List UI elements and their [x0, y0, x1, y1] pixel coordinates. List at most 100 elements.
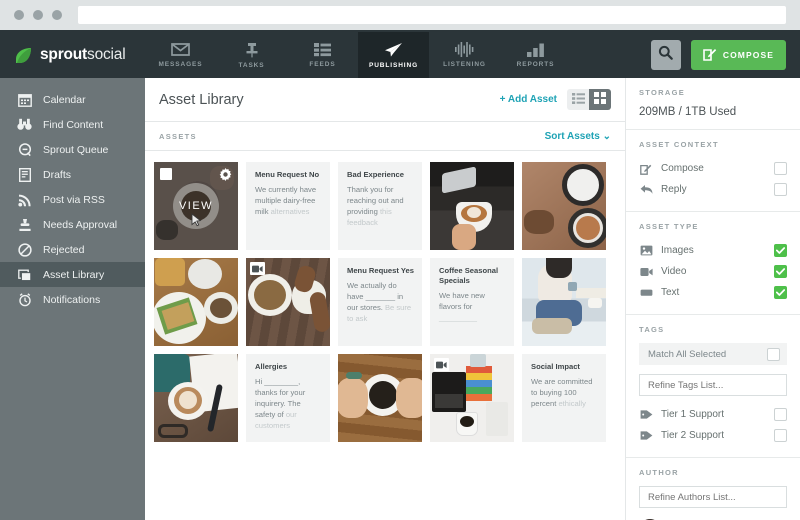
- sidebar-item-asset-library[interactable]: Asset Library: [0, 262, 145, 287]
- grid-view-icon: [594, 91, 606, 109]
- check-icon: [776, 289, 785, 296]
- asset-title: Allergies: [255, 362, 288, 371]
- window-close-dot[interactable]: [14, 10, 24, 20]
- select-checkbox[interactable]: [160, 168, 172, 180]
- asset-card-hands-with-grain-bowl[interactable]: [246, 258, 330, 346]
- asset-card-hands-holding-black-coffee[interactable]: [338, 354, 422, 442]
- asset-body: We have new flavors for _________: [439, 291, 507, 324]
- asset-card-woman-with-cup-at-table[interactable]: [522, 258, 606, 346]
- view-label: VIEW: [178, 200, 214, 212]
- tag-checkbox[interactable]: [774, 408, 787, 421]
- sidebar-item-find-content[interactable]: Find Content: [0, 112, 145, 137]
- asset-grid: VIEW Menu Request No We currently have m…: [145, 151, 625, 442]
- sidebar-item-label: Rejected: [43, 243, 85, 256]
- asset-type-title: ASSET TYPE: [639, 222, 699, 231]
- asset-context-section: ASSET CONTEXT Compose Reply: [626, 130, 800, 212]
- nav-label: LISTENING: [443, 61, 486, 68]
- filter-row-video[interactable]: Video: [639, 261, 787, 282]
- tag-checkbox[interactable]: [774, 429, 787, 442]
- asset-context-title: ASSET CONTEXT: [639, 140, 719, 149]
- filter-row-images[interactable]: Images: [639, 240, 787, 261]
- nav-item-listening[interactable]: LISTENING: [429, 32, 500, 78]
- author-row-amy-w[interactable]: Amy W.: [639, 516, 787, 520]
- list-view-button[interactable]: [567, 89, 589, 110]
- compose-button[interactable]: COMPOSE: [690, 40, 786, 70]
- sidebar-item-label: Notifications: [43, 293, 101, 306]
- asset-title: Coffee Seasonal Specials: [439, 266, 499, 286]
- asset-card-text-bad-experience[interactable]: Bad Experience Thank you for reaching ou…: [338, 162, 422, 250]
- storage-value: 209MB / 1TB Used: [639, 106, 737, 118]
- sidebar-item-post-via-rss[interactable]: Post via RSS: [0, 187, 145, 212]
- asset-card-text-allergies[interactable]: Allergies Hi ________, thanks for your i…: [246, 354, 330, 442]
- tag-row-tier-2-support[interactable]: Tier 2 Support: [639, 425, 787, 446]
- filter-checkbox[interactable]: [774, 265, 787, 278]
- refine-authors-input[interactable]: [639, 486, 787, 508]
- sort-assets-dropdown[interactable]: Sort Assets ⌄: [545, 131, 611, 142]
- image-icon: [639, 245, 653, 256]
- nav-item-tasks[interactable]: TASKS: [216, 32, 287, 78]
- match-all-checkbox[interactable]: [767, 347, 780, 361]
- asset-thumbnail: [338, 354, 422, 442]
- grid-view-button[interactable]: [589, 89, 611, 110]
- asset-title: Menu Request Yes: [347, 266, 414, 275]
- envelope-icon: [171, 42, 190, 57]
- asset-card-text-social-impact[interactable]: Social Impact We are committed to buying…: [522, 354, 606, 442]
- sidebar-item-sprout-queue[interactable]: Sprout Queue: [0, 137, 145, 162]
- brand-text: sproutsocial: [40, 46, 126, 64]
- address-bar[interactable]: [78, 6, 786, 24]
- filter-row-reply[interactable]: Reply: [639, 179, 787, 200]
- asset-body-fade: ethically: [558, 398, 586, 408]
- nav-label: REPORTS: [516, 60, 555, 68]
- tag-row-tier-1-support[interactable]: Tier 1 Support: [639, 404, 787, 425]
- add-asset-button[interactable]: + Add Asset: [500, 94, 557, 105]
- match-all-selected-row[interactable]: Match All Selected: [639, 343, 787, 365]
- filter-label: Video: [661, 266, 687, 277]
- nav-item-publishing[interactable]: PUBLISHING: [358, 32, 429, 78]
- filter-checkbox[interactable]: [774, 183, 787, 196]
- window-maximize-dot[interactable]: [52, 10, 62, 20]
- compose-pencil-icon: [703, 47, 717, 63]
- asset-card-typewriter-books-coffee[interactable]: [430, 354, 514, 442]
- search-button[interactable]: [650, 40, 681, 70]
- asset-card-barista-pouring-latte[interactable]: [430, 162, 514, 250]
- brand-logo[interactable]: sproutsocial: [0, 32, 145, 78]
- filter-checkbox[interactable]: [774, 244, 787, 257]
- sidebar-item-rejected[interactable]: Rejected: [0, 237, 145, 262]
- nav-label: PUBLISHING: [368, 61, 419, 69]
- asset-card-latte-art-patterned-plates[interactable]: [522, 162, 606, 250]
- asset-card-text-menu-request-no[interactable]: Menu Request No We currently have multip…: [246, 162, 330, 250]
- filter-checkbox[interactable]: [774, 286, 787, 299]
- asset-card-text-menu-request-yes[interactable]: Menu Request Yes We actually do have ___…: [338, 258, 422, 346]
- top-navigation: sproutsocial MESSAGES TASKS FEEDS PUBLIS…: [0, 32, 800, 78]
- refine-tags-input[interactable]: [639, 374, 787, 396]
- video-badge: [434, 358, 449, 371]
- filter-row-compose[interactable]: Compose: [639, 158, 787, 179]
- sidebar-item-needs-approval[interactable]: Needs Approval: [0, 212, 145, 237]
- sidebar-item-calendar[interactable]: Calendar: [0, 87, 145, 112]
- asset-thumbnail: [430, 354, 514, 442]
- filter-checkbox[interactable]: [774, 162, 787, 175]
- nav-item-messages[interactable]: MESSAGES: [145, 32, 216, 78]
- tag-icon: [639, 409, 653, 420]
- nav-item-feeds[interactable]: FEEDS: [287, 32, 358, 78]
- asset-body-text: Thank you for reaching out and providing: [347, 185, 404, 216]
- gear-icon[interactable]: [219, 168, 232, 186]
- sprout-leaf-icon: [14, 46, 33, 65]
- asset-body-fade: alternatives: [270, 206, 310, 216]
- bar-chart-icon: [527, 43, 544, 57]
- sidebar-item-label: Find Content: [43, 118, 104, 131]
- filter-row-text[interactable]: Text: [639, 282, 787, 303]
- asset-title: Menu Request No: [255, 170, 320, 179]
- window-controls: [14, 10, 62, 20]
- asset-card-coffee-cup-overhead[interactable]: VIEW: [154, 162, 238, 250]
- asset-thumbnail: [522, 162, 606, 250]
- search-icon: [658, 45, 674, 65]
- sort-assets-label: Sort Assets: [544, 130, 600, 142]
- sidebar-item-drafts[interactable]: Drafts: [0, 162, 145, 187]
- asset-card-sandwich-and-donut-plate[interactable]: [154, 258, 238, 346]
- sidebar-item-notifications[interactable]: Notifications: [0, 287, 145, 312]
- asset-card-latte-notebook-glasses[interactable]: [154, 354, 238, 442]
- window-minimize-dot[interactable]: [33, 10, 43, 20]
- nav-item-reports[interactable]: REPORTS: [500, 32, 571, 78]
- asset-card-text-coffee-seasonal-specials[interactable]: Coffee Seasonal Specials We have new fla…: [430, 258, 514, 346]
